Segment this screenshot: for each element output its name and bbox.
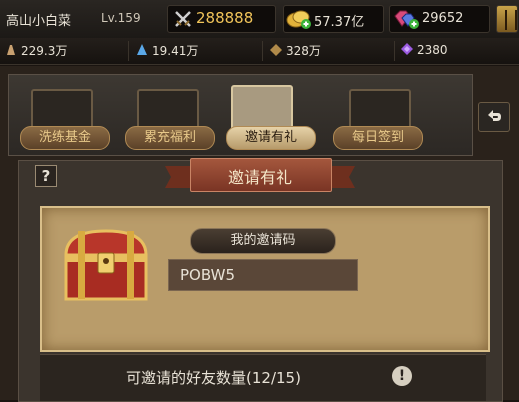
back-button[interactable] (478, 102, 510, 132)
gem-display[interactable]: 29652 (389, 5, 490, 33)
info-icon[interactable]: ! (392, 366, 412, 386)
panel-title: 邀请有礼 (227, 168, 292, 187)
ore-icon (270, 44, 282, 56)
help-button[interactable]: ? (35, 165, 57, 187)
tab-invite-label[interactable]: 邀请有礼 (226, 126, 316, 150)
gold-display[interactable]: 57.37亿 (283, 5, 384, 33)
gem-value: 29652 (422, 11, 464, 26)
resource-purple-gem-value: 2380 (417, 43, 448, 57)
invite-code-label: 我的邀请码 (190, 228, 336, 254)
friend-count-text: 可邀请的好友数量(12/15) (126, 369, 301, 387)
menu-button[interactable] (496, 5, 518, 33)
resource-purple-gem: 2380 (400, 42, 448, 57)
return-arrow-icon (488, 110, 501, 121)
resource-ore: 328万 (269, 42, 321, 59)
resource-wood: 229.3万 (4, 42, 67, 59)
gold-coins-icon (286, 10, 311, 29)
tab-fund-label[interactable]: 洗练基金 (20, 126, 110, 150)
treasure-chest-icon (64, 229, 148, 301)
power-display: 288888 (167, 5, 276, 33)
gems-icon (394, 10, 419, 29)
power-value: 288888 (196, 9, 254, 27)
player-level: Lv.159 (101, 11, 141, 25)
purple-gem-icon (401, 43, 413, 55)
crossed-swords-icon (175, 11, 191, 27)
resource-wood-value: 229.3万 (21, 44, 68, 58)
panel-title-ribbon: 邀请有礼 (165, 158, 355, 192)
invite-code-field[interactable]: POBW5 (168, 259, 358, 291)
gold-value: 57.37亿 (314, 15, 365, 30)
resource-crystal: 19.41万 (135, 42, 198, 59)
resource-ore-value: 328万 (286, 44, 321, 58)
wood-icon (7, 45, 15, 55)
resource-crystal-value: 19.41万 (152, 44, 199, 58)
resource-bar: 229.3万 19.41万 328万 2380 (0, 38, 519, 65)
tab-recharge-label[interactable]: 累充福利 (125, 126, 215, 150)
friend-count-bar: 可邀请的好友数量(12/15) ! (40, 354, 486, 401)
top-status-bar: 高山小白菜 Lv.159 288888 57.37亿 29652 (0, 0, 519, 39)
crystal-icon (137, 44, 147, 55)
tab-signin-label[interactable]: 每日签到 (333, 126, 423, 150)
player-name: 高山小白菜 (6, 14, 72, 29)
